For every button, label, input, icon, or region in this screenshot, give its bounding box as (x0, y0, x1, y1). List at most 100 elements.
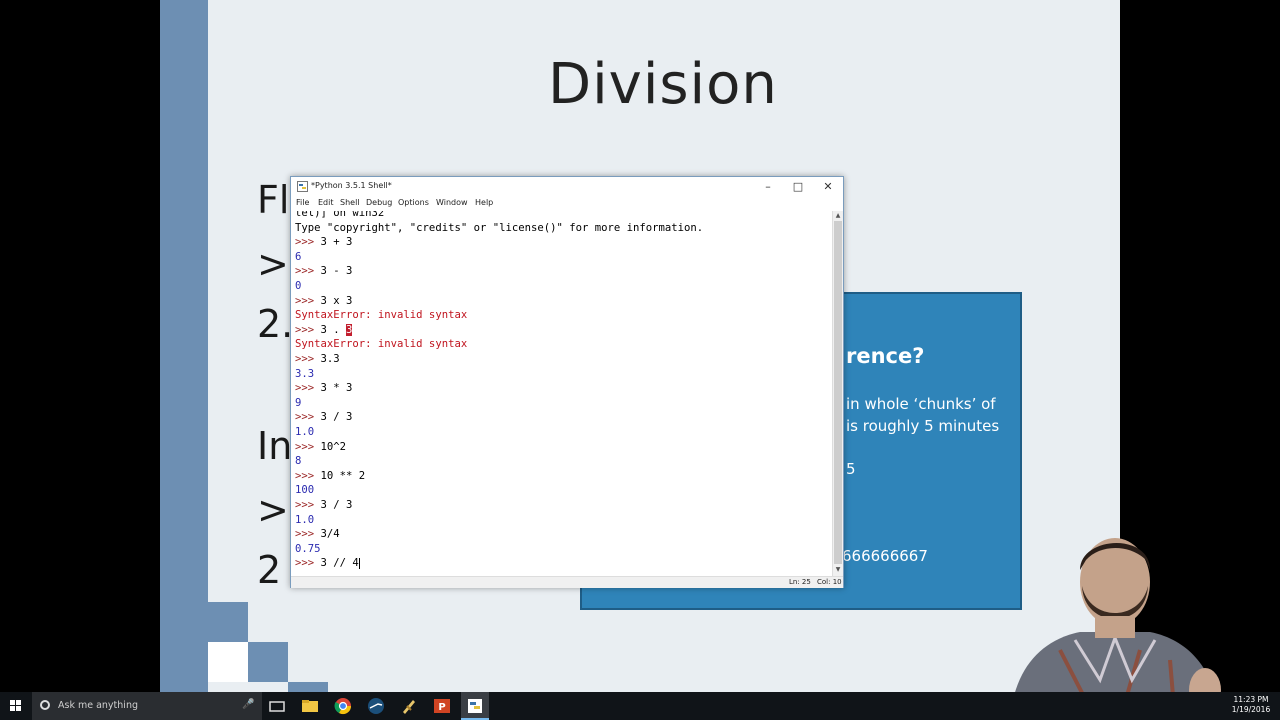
shell-line-text: Type "copyright", "credits" or "license(… (295, 221, 704, 234)
windows-taskbar: Ask me anything 🎤 P 11:23 PM 1/19/2016 (0, 692, 1280, 720)
steam-icon[interactable] (366, 696, 386, 716)
shell-line-text: 3.3 (320, 353, 340, 365)
app-icon[interactable] (399, 696, 419, 716)
shell-prompt: >>> (295, 557, 321, 570)
menu-edit[interactable]: Edit (318, 198, 334, 207)
scroll-thumb[interactable] (834, 221, 842, 564)
task-view-icon[interactable] (267, 696, 287, 716)
cortana-icon (40, 700, 50, 710)
shell-line: >>> 3 * 3 (295, 382, 352, 395)
shell-line: SyntaxError: invalid syntax (295, 309, 467, 322)
shell-line-text: 1.0 (295, 513, 315, 526)
shell-prompt: >>> (295, 411, 321, 424)
callout-text: 666666667 (842, 547, 928, 565)
slide-text-fragment: 2. (257, 302, 294, 346)
shell-line: 3.3 (295, 368, 314, 381)
shell-line-text: 3 // 4 (320, 557, 359, 570)
shell-prompt: >>> (295, 294, 321, 307)
shell-line-text: 10 ** 2 (320, 469, 366, 482)
shell-line: >>> 3 x 3 (295, 295, 352, 308)
column-number: Col: 10 (817, 578, 842, 586)
error-highlight: 3 (346, 323, 353, 336)
slide-title: Division (548, 52, 778, 117)
shell-line: >>> 3 / 3 (295, 411, 352, 424)
shell-line: 1.0 (295, 514, 314, 527)
shell-line-text: 3 x 3 (320, 294, 353, 307)
shell-line: >>> 10^2 (295, 441, 346, 454)
scroll-down-icon[interactable]: ▼ (833, 565, 843, 575)
decor-square (208, 602, 248, 642)
window-title: *Python 3.5.1 Shell* (311, 181, 392, 190)
system-clock[interactable]: 11:23 PM 1/19/2016 (1226, 695, 1276, 715)
file-explorer-icon[interactable] (300, 696, 320, 716)
microphone-icon[interactable]: 🎤 (242, 699, 254, 710)
menu-window[interactable]: Window (436, 198, 468, 207)
menu-file[interactable]: File (296, 198, 309, 207)
menu-debug[interactable]: Debug (366, 198, 392, 207)
slide-left-stripe (160, 0, 208, 692)
shell-line-text: 3 * 3 (320, 382, 353, 395)
shell-line: 0.75 (295, 543, 321, 556)
shell-prompt: >>> (295, 440, 321, 453)
scroll-up-icon[interactable]: ▲ (833, 211, 843, 221)
shell-prompt: >>> (295, 382, 321, 395)
close-button[interactable]: ✕ (813, 177, 843, 197)
status-bar: Ln: 25 Col: 10 (291, 576, 843, 588)
python-idle-icon (297, 181, 308, 192)
vertical-scrollbar[interactable]: ▲ ▼ (832, 211, 843, 576)
shell-line: Type "copyright", "credits" or "license(… (295, 222, 703, 235)
minimize-button[interactable]: – (753, 177, 783, 197)
shell-line-text: 6 (295, 250, 302, 263)
window-titlebar[interactable]: *Python 3.5.1 Shell* – □ ✕ (291, 177, 843, 197)
decor-square (288, 682, 328, 692)
shell-line: >>> 3 . 3 (295, 323, 353, 337)
shell-text-area[interactable]: tel)] on win32 Type "copyright", "credits… (291, 211, 832, 576)
shell-line-text: 3 - 3 (320, 265, 353, 278)
callout-heading: rence? (846, 344, 925, 368)
shell-line-text: 3/4 (320, 528, 340, 541)
menubar: File Edit Shell Debug Options Window Hel… (291, 197, 843, 211)
shell-line: >>> 3/4 (295, 528, 340, 541)
chrome-icon[interactable] (333, 696, 353, 716)
shell-prompt: >>> (295, 353, 321, 365)
shell-line-text: 9 (295, 396, 302, 409)
shell-line: >>> 3 // 4 (295, 557, 360, 570)
shell-line: >>> 3 / 3 (295, 499, 352, 512)
python-shell-window[interactable]: *Python 3.5.1 Shell* – □ ✕ File Edit She… (290, 176, 844, 588)
shell-line: SyntaxError: invalid syntax (295, 338, 467, 351)
shell-line: 0 (295, 280, 301, 293)
shell-line-text: 100 (295, 484, 315, 497)
shell-line-text: 3.3 (295, 367, 315, 380)
shell-line-text: SyntaxError: invalid syntax (295, 338, 468, 351)
shell-line-text: 3 / 3 (320, 411, 353, 424)
shell-line: 9 (295, 397, 301, 410)
shell-prompt: >>> (295, 265, 321, 278)
shell-line: 6 (295, 251, 301, 264)
shell-line: 1.0 (295, 426, 314, 439)
menu-options[interactable]: Options (398, 198, 429, 207)
shell-line-text: tel)] on win32 (295, 211, 385, 219)
powerpoint-icon[interactable]: P (432, 696, 452, 716)
shell-line-text: 8 (295, 455, 302, 468)
shell-line: tel)] on win32 (295, 211, 384, 220)
svg-text:P: P (438, 702, 445, 713)
shell-line-text: 3 / 3 (320, 499, 353, 511)
menu-shell[interactable]: Shell (340, 198, 360, 207)
slide-text-fragment: 2 (257, 548, 282, 592)
decor-square (208, 642, 248, 682)
idle-icon[interactable] (465, 696, 485, 716)
shell-line: 100 (295, 484, 314, 497)
windows-start-icon[interactable] (0, 692, 32, 720)
shell-line: >>> 3 + 3 (295, 236, 352, 249)
shell-prompt: >>> (295, 528, 321, 541)
menu-help[interactable]: Help (475, 198, 493, 207)
shell-line: >>> 3 - 3 (295, 265, 352, 278)
shell-line-text: 0 (295, 280, 302, 292)
cortana-search-box[interactable]: Ask me anything 🎤 (32, 692, 262, 720)
line-number: Ln: 25 (789, 578, 811, 586)
slide-text-fragment: In (257, 424, 293, 468)
maximize-button[interactable]: □ (783, 177, 813, 197)
shell-prompt: >>> (295, 236, 321, 249)
shell-line-text: 1.0 (295, 426, 315, 438)
text-cursor (358, 557, 360, 569)
